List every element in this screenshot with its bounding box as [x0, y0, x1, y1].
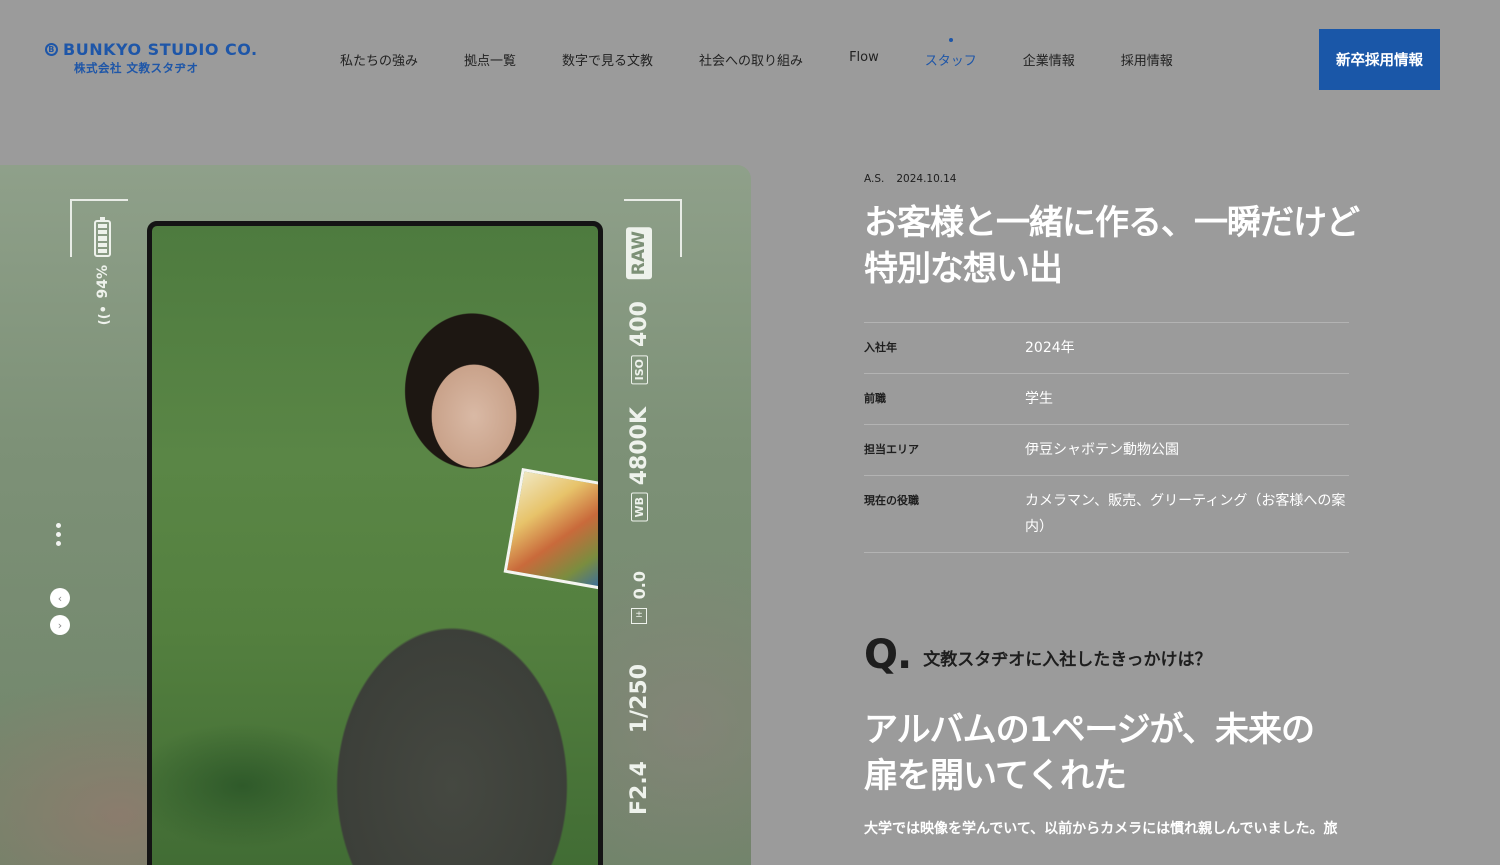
profile-label: 前職 [864, 392, 886, 405]
aperture-value: F2.4 [626, 760, 652, 815]
question-text: 文教スタヂオに入社したきっかけは？ [923, 649, 1212, 670]
nav-item-staff[interactable]: スタッフ [925, 38, 977, 69]
article-headline: お客様と一緒に作る、一瞬だけど特別な想い出 [864, 203, 1360, 289]
profile-label: 入社年 [864, 341, 897, 354]
profile-row: 担当エリア 伊豆シャボテン動物公園 [864, 425, 1349, 476]
article-meta: A.S. 2024.10.14 [864, 173, 956, 185]
camera-status-left: 94% ((• [90, 217, 120, 325]
profile-value: 学生 [1025, 391, 1053, 407]
profile-value: 2024年 [1025, 340, 1075, 356]
nav-item-social[interactable]: 社会への取り組み [699, 50, 803, 69]
camera-settings-right: RAW 400 ISO 4800K WB 0.0 ± 1/250 F2.4 [624, 227, 654, 815]
nav-item-numbers[interactable]: 数字で見る文教 [562, 50, 653, 69]
profile-label: 現在の役職 [864, 494, 919, 507]
nav-item-flow[interactable]: Flow [849, 50, 879, 69]
wifi-icon: ((• [97, 304, 112, 325]
logo-mark-icon: B [45, 43, 58, 56]
question-heading: Q. 文教スタヂオに入社したきっかけは？ [864, 632, 1212, 678]
profile-value: カメラマン、販売、グリーティング（お客様への案内） [1025, 493, 1346, 535]
chevron-right-icon[interactable]: › [50, 615, 70, 635]
nav-item-recruit[interactable]: 採用情報 [1121, 50, 1173, 69]
exposure-compensation-icon: ± [631, 607, 647, 624]
profile-label: 担当エリア [864, 443, 919, 456]
profile-table: 入社年 2024年 前職 学生 担当エリア 伊豆シャボテン動物公園 現在の役職 … [864, 322, 1349, 553]
battery-percentage: 94% [95, 265, 111, 299]
answer-title: アルバムの1ページが、未来の扉を開いてくれた [864, 710, 1315, 796]
new-grad-recruit-button[interactable]: 新卒採用情報 [1319, 29, 1440, 90]
article-date: 2024.10.14 [896, 173, 957, 185]
nav-item-company[interactable]: 企業情報 [1023, 50, 1075, 69]
nav-item-strengths[interactable]: 私たちの強み [340, 50, 418, 69]
battery-icon [94, 217, 111, 257]
iso-value: 400 [626, 301, 652, 348]
iso-label: ISO [630, 355, 648, 385]
profile-row: 現在の役職 カメラマン、販売、グリーティング（お客様への案内） [864, 476, 1349, 553]
postcard-image [503, 468, 598, 590]
site-logo[interactable]: B BUNKYO STUDIO CO. 株式会社 文教スタヂオ [45, 40, 258, 76]
wb-value: 4800K [626, 406, 652, 485]
staff-photo [147, 221, 603, 865]
profile-row: 入社年 2024年 [864, 323, 1349, 374]
author-initials: A.S. [864, 173, 885, 185]
more-icon[interactable] [56, 523, 61, 546]
profile-value: 伊豆シャボテン動物公園 [1025, 442, 1179, 458]
nav-item-locations[interactable]: 拠点一覧 [464, 50, 516, 69]
logo-company-name: 株式会社 文教スタヂオ [74, 61, 199, 75]
wb-label: WB [630, 492, 648, 522]
answer-body: 大学では映像を学んでいて、以前からカメラには慣れ親しんでいました。旅 [864, 821, 1338, 837]
main-nav: 私たちの強み 拠点一覧 数字で見る文教 社会への取り組み Flow スタッフ 企… [340, 38, 1219, 69]
q-mark: Q. [864, 632, 912, 678]
chevron-left-icon[interactable]: ‹ [50, 588, 70, 608]
logo-wordmark: BUNKYO STUDIO CO. [63, 40, 258, 59]
raw-badge: RAW [626, 227, 652, 280]
staff-photo-panel: 94% ((• RAW 400 ISO 4800K WB 0.0 ± 1/250… [0, 165, 751, 865]
shutter-speed: 1/250 [626, 663, 652, 733]
exposure-value: 0.0 [629, 571, 649, 600]
profile-row: 前職 学生 [864, 374, 1349, 425]
